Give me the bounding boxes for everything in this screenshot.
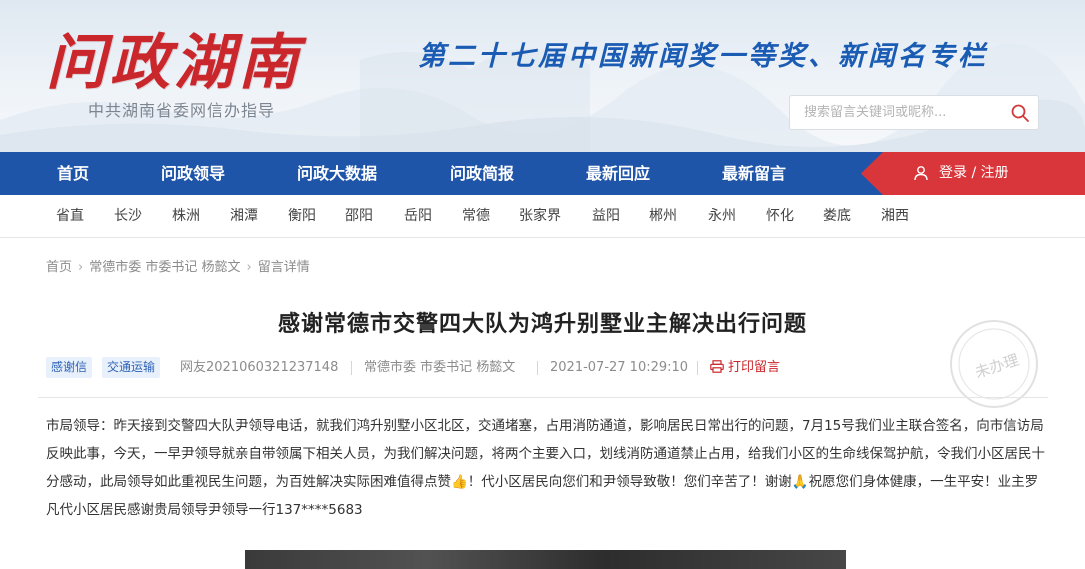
- region-item[interactable]: 益阳: [592, 195, 620, 238]
- message-body: 市局领导：昨天接到交警四大队尹领导电话，就我们鸿升别墅小区北区，交通堵塞，占用消…: [46, 418, 1045, 518]
- target-recipient: 常德市委 市委书记 杨懿文: [364, 360, 516, 375]
- meta-divider: [697, 361, 698, 375]
- region-item[interactable]: 邵阳: [345, 195, 373, 238]
- print-button[interactable]: 打印留言: [710, 357, 780, 378]
- breadcrumb-current: 留言详情: [257, 260, 310, 275]
- meta-divider: [351, 361, 352, 375]
- region-item[interactable]: 衡阳: [288, 195, 316, 238]
- region-item[interactable]: 郴州: [649, 195, 677, 238]
- region-item[interactable]: 常德: [462, 195, 490, 238]
- breadcrumb: 首页 › 常德市委 市委书记 杨懿文 › 留言详情: [46, 258, 310, 278]
- header-banner: 问政湖南 中共湖南省委网信办指导 第二十七届中国新闻奖一等奖、新闻名专栏: [0, 0, 1085, 152]
- content-divider: [38, 397, 1048, 398]
- region-item[interactable]: 省直: [56, 195, 84, 238]
- article-title: 感谢常德市交警四大队为鸿升别墅业主解决出行问题: [277, 311, 807, 337]
- search-box: [789, 95, 1039, 130]
- region-item[interactable]: 湘潭: [230, 195, 258, 238]
- header-slogan: 第二十七届中国新闻奖一等奖、新闻名专栏: [418, 41, 988, 72]
- site-logo[interactable]: 问政湖南: [46, 14, 302, 101]
- logo-subtitle: 中共湖南省委网信办指导: [88, 101, 276, 120]
- nav-latest-messages[interactable]: 最新留言: [722, 152, 786, 195]
- region-item[interactable]: 湘西: [881, 195, 909, 238]
- status-stamp-text: 未办理: [973, 351, 1021, 382]
- region-bar: 省直 长沙 株洲 湘潭 衡阳 邵阳 岳阳 常德 张家界 益阳 郴州 永州 怀化 …: [0, 195, 1085, 238]
- region-item[interactable]: 娄底: [823, 195, 851, 238]
- nav-latest-responses[interactable]: 最新回应: [586, 152, 650, 195]
- nav-leaders[interactable]: 问政领导: [161, 152, 225, 195]
- region-item[interactable]: 怀化: [766, 195, 794, 238]
- printer-icon: [710, 360, 724, 373]
- breadcrumb-target[interactable]: 常德市委 市委书记 杨懿文: [89, 260, 240, 275]
- search-icon[interactable]: [1010, 103, 1030, 123]
- print-label: 打印留言: [728, 360, 781, 375]
- breadcrumb-home[interactable]: 首页: [46, 260, 72, 275]
- tag-transport[interactable]: 交通运输: [102, 357, 161, 378]
- region-item[interactable]: 株洲: [172, 195, 200, 238]
- attached-photo[interactable]: [245, 550, 846, 569]
- meta-divider: [537, 361, 538, 375]
- breadcrumb-separator: ›: [78, 260, 84, 275]
- region-item[interactable]: 张家界: [519, 195, 561, 238]
- nav-briefing[interactable]: 问政简报: [450, 152, 514, 195]
- user-icon: [914, 166, 928, 181]
- tag-thanks[interactable]: 感谢信: [46, 357, 93, 378]
- author-name: 网友2021060321237148: [180, 360, 339, 375]
- post-datetime: 2021-07-27 10:29:10: [550, 360, 689, 375]
- region-item[interactable]: 永州: [708, 195, 736, 238]
- region-item[interactable]: 岳阳: [404, 195, 432, 238]
- search-input[interactable]: [790, 96, 1005, 129]
- login-label: 登录 / 注册: [939, 165, 1009, 181]
- nav-big-data[interactable]: 问政大数据: [297, 152, 377, 195]
- login-register-button[interactable]: 登录 / 注册: [861, 152, 1085, 195]
- nav-home[interactable]: 首页: [57, 152, 89, 195]
- region-item[interactable]: 长沙: [114, 195, 142, 238]
- breadcrumb-separator: ›: [246, 260, 252, 275]
